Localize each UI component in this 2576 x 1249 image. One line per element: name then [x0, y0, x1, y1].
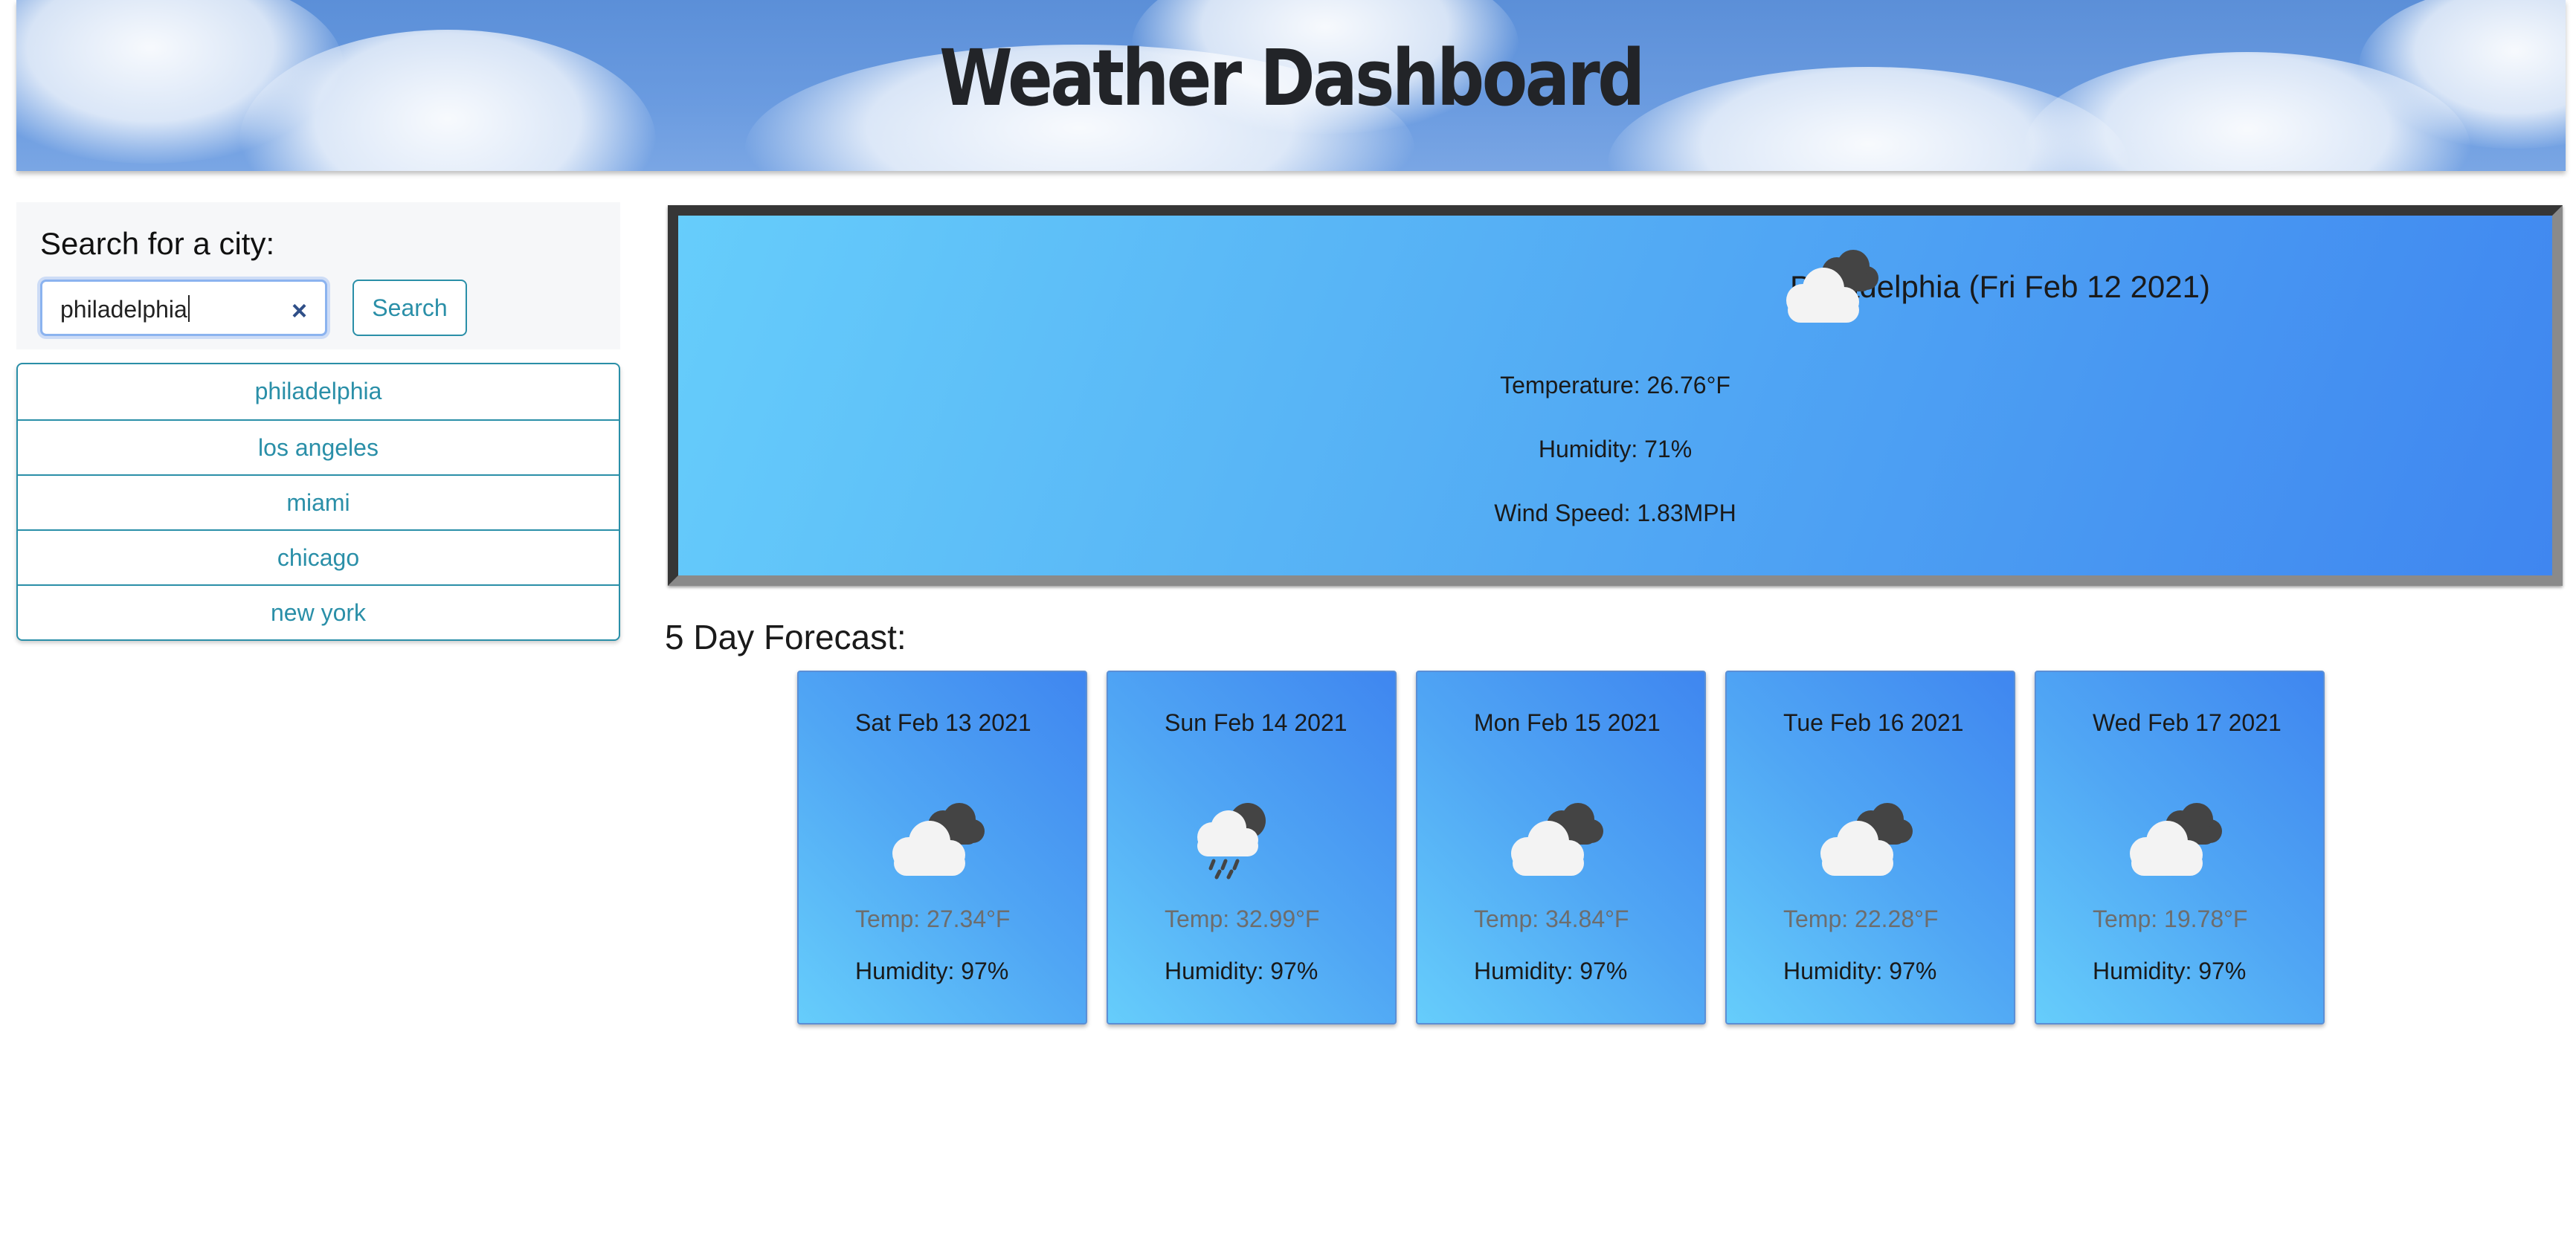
current-temperature: Temperature: 26.76°F: [1500, 372, 1730, 398]
current-humidity: Humidity: 71%: [1538, 436, 1693, 462]
forecast-card: Wed Feb 17 2021 Temp: 19.78°F Humidity: …: [2035, 671, 2325, 1024]
forecast-card: Mon Feb 15 2021 Temp: 34.84°F Humidity: …: [1416, 671, 1706, 1024]
forecast-temp: Temp: 19.78°F: [2093, 906, 2248, 932]
forecast-date: Wed Feb 17 2021: [2093, 709, 2282, 736]
forecast-humidity: Humidity: 97%: [1783, 958, 1937, 984]
search-input-value: philadelphia: [60, 295, 190, 323]
cloudy-icon: [1820, 803, 1913, 876]
cloudy-icon: [1786, 250, 1878, 323]
page-title: Weather Dashboard: [939, 33, 1645, 123]
history-item[interactable]: philadelphia: [18, 364, 619, 419]
history-item[interactable]: miami: [18, 474, 619, 529]
forecast-temp: Temp: 34.84°F: [1474, 906, 1629, 932]
forecast-date: Tue Feb 16 2021: [1783, 709, 1964, 736]
forecast-date: Sat Feb 13 2021: [855, 709, 1031, 736]
search-panel: Search for a city: philadelphia × Search: [16, 202, 620, 349]
forecast-card: Sat Feb 13 2021 Temp: 27.34°F Humidity: …: [797, 671, 1087, 1024]
cloudy-icon: [892, 803, 985, 876]
forecast-date: Sun Feb 14 2021: [1165, 709, 1347, 736]
search-button[interactable]: Search: [352, 280, 467, 336]
search-label: Search for a city:: [40, 226, 275, 261]
forecast-title: 5 Day Forecast:: [665, 618, 907, 656]
rain-icon: [1197, 803, 1266, 880]
forecast-temp: Temp: 22.28°F: [1783, 906, 1939, 932]
forecast-card: Tue Feb 16 2021 Temp: 22.28°F Humidity: …: [1725, 671, 2015, 1024]
clear-icon[interactable]: ×: [292, 295, 307, 326]
city-search-input[interactable]: philadelphia ×: [40, 280, 327, 336]
history-item[interactable]: los angeles: [18, 419, 619, 474]
header-banner: Weather Dashboard: [16, 0, 2566, 171]
current-wind-speed: Wind Speed: 1.83MPH: [1494, 500, 1736, 526]
history-item[interactable]: new york: [18, 584, 619, 639]
history-item[interactable]: chicago: [18, 529, 619, 584]
forecast-humidity: Humidity: 97%: [855, 958, 1009, 984]
forecast-humidity: Humidity: 97%: [1165, 958, 1318, 984]
forecast-date: Mon Feb 15 2021: [1474, 709, 1661, 736]
cloudy-icon: [1511, 803, 1603, 876]
forecast-humidity: Humidity: 97%: [1474, 958, 1628, 984]
search-history-list: philadelphia los angeles miami chicago n…: [16, 363, 620, 641]
current-city-title: Philadelphia (Fri Feb 12 2021): [1790, 269, 2210, 304]
forecast-card: Sun Feb 14 2021 Temp: 32.99°F Humidity: …: [1107, 671, 1397, 1024]
cloudy-icon: [2130, 803, 2222, 876]
forecast-humidity: Humidity: 97%: [2093, 958, 2247, 984]
forecast-temp: Temp: 27.34°F: [855, 906, 1011, 932]
text-caret: [187, 295, 190, 322]
forecast-temp: Temp: 32.99°F: [1165, 906, 1320, 932]
current-weather-card: Philadelphia (Fri Feb 12 2021) Temperatu…: [668, 205, 2563, 586]
